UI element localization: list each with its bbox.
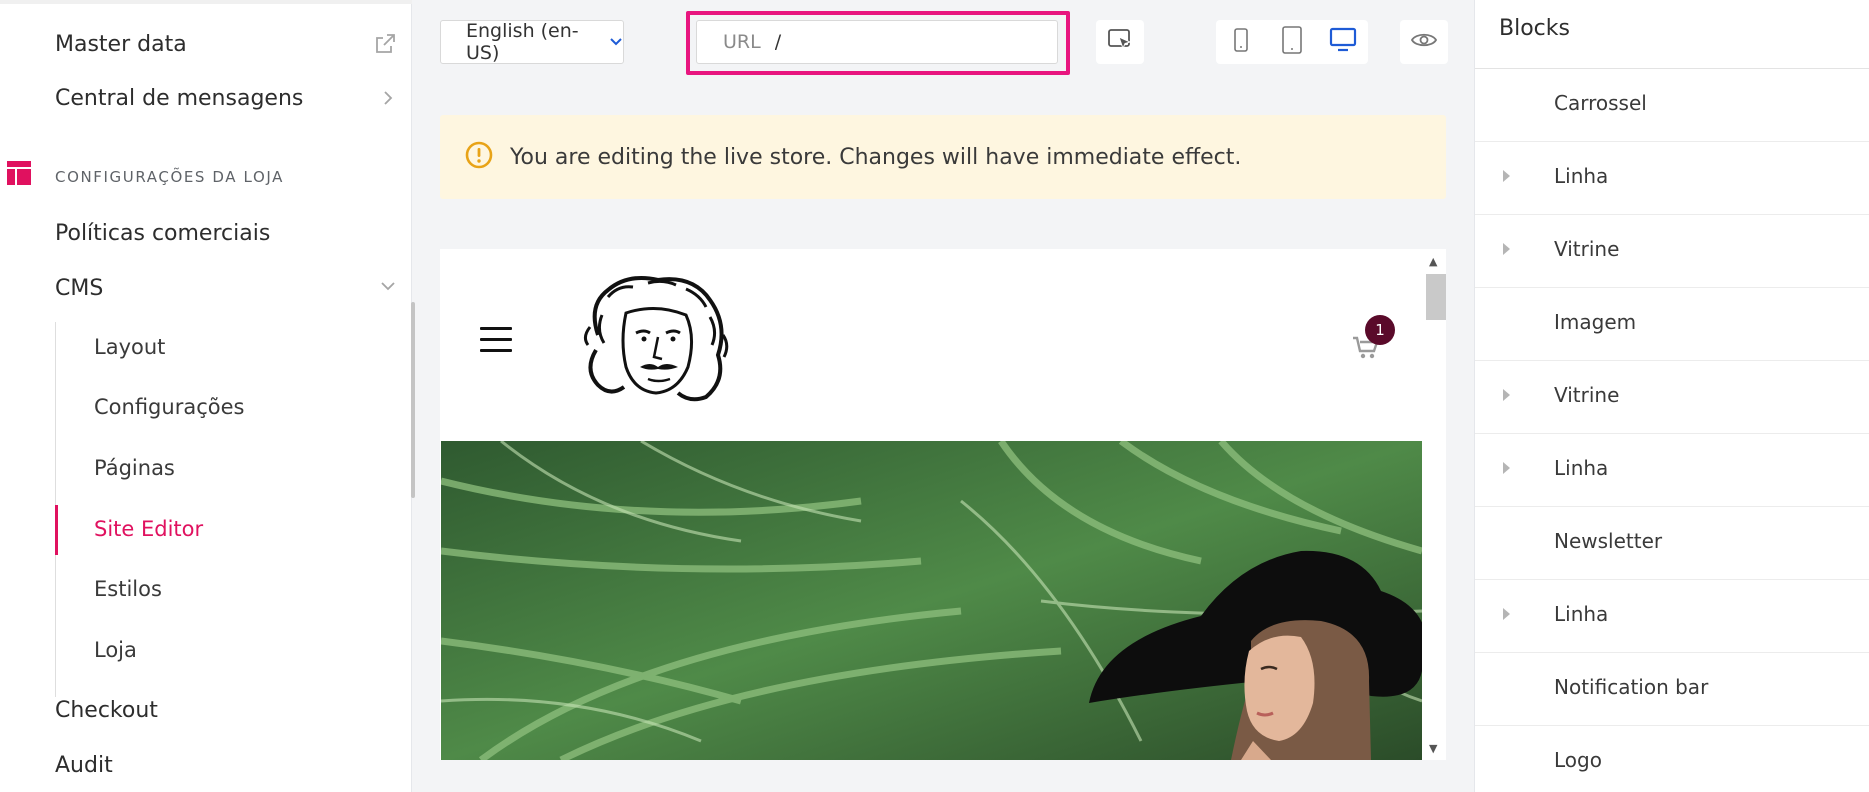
tablet-icon [1281,26,1303,58]
block-item-label: Logo [1554,748,1602,772]
url-label: URL [723,31,761,53]
expand-caret-icon[interactable] [1503,170,1510,182]
cursor-select-icon [1106,26,1134,58]
cart-count-badge: 1 [1365,315,1395,345]
block-item-linha[interactable]: Linha [1475,434,1869,507]
sidebar-item-audit[interactable]: Audit [55,753,113,778]
sidebar-item-estilos[interactable]: Estilos [94,577,162,601]
desktop-icon [1329,27,1357,57]
blocks-panel: Blocks Carrossel Linha Vitrine Imagem Vi… [1474,0,1869,792]
hero-banner-image[interactable] [441,441,1422,760]
language-select[interactable]: English (en-US) [440,20,624,64]
chevron-down-icon [609,31,623,53]
block-item-label: Newsletter [1554,529,1663,553]
block-item-linha[interactable]: Linha [1475,142,1869,215]
expand-caret-icon[interactable] [1503,608,1510,620]
scroll-down-arrow-icon[interactable]: ▼ [1429,742,1437,755]
block-item-imagem[interactable]: Imagem [1475,288,1869,361]
url-input[interactable] [774,31,975,53]
url-field[interactable]: URL [696,20,1058,64]
store-header: 1 [440,249,1422,440]
block-item-vitrine[interactable]: Vitrine [1475,361,1869,434]
sidebar-item-central-mensagens[interactable]: Central de mensagens [55,86,400,111]
sidebar-top-divider [0,0,412,4]
inspect-button[interactable] [1096,20,1144,64]
block-item-label: Notification bar [1554,675,1709,699]
warning-message: You are editing the live store. Changes … [510,144,1242,170]
eye-icon [1410,30,1438,54]
blocks-panel-title: Blocks [1499,16,1570,41]
block-item-notification-bar[interactable]: Notification bar [1475,653,1869,726]
sidebar-item-label: Audit [55,753,113,778]
hamburger-menu-icon[interactable] [480,327,512,360]
preview-scrollbar-thumb[interactable] [1426,274,1446,320]
mobile-icon [1233,28,1249,56]
sidebar-item-politicas[interactable]: Políticas comerciais [55,221,270,246]
editor-toolbar: English (en-US) URL [412,0,1474,80]
block-item-label: Imagem [1554,310,1637,334]
sidebar-item-site-editor[interactable]: Site Editor [94,517,203,541]
block-item-logo[interactable]: Logo [1475,726,1869,792]
language-value: English (en-US) [466,20,579,64]
sidebar-item-label: CMS [55,276,104,301]
preview-button[interactable] [1400,20,1448,64]
store-logo[interactable] [578,275,733,405]
external-link-icon[interactable] [373,32,397,61]
sidebar-item-label: Central de mensagens [55,86,304,111]
block-item-label: Vitrine [1554,237,1620,261]
warning-icon [464,140,494,174]
block-item-label: Linha [1554,456,1609,480]
sidebar-item-layout[interactable]: Layout [94,335,165,359]
expand-caret-icon[interactable] [1503,389,1510,401]
section-title-configuracoes: CONFIGURAÇÕES DA LOJA [55,168,284,186]
expand-caret-icon[interactable] [1503,462,1510,474]
sidebar-item-label: Master data [55,32,187,57]
store-preview-frame[interactable]: 1 ▲ ▼ [440,249,1446,760]
block-item-label: Vitrine [1554,383,1620,407]
device-mobile-button[interactable] [1216,20,1267,64]
scroll-up-arrow-icon[interactable]: ▲ [1429,255,1437,268]
block-item-label: Linha [1554,602,1609,626]
admin-sidebar: Master data Central de mensagens CONFIGU… [0,0,415,792]
block-item-carrossel[interactable]: Carrossel [1475,69,1869,142]
sidebar-item-checkout[interactable]: Checkout [55,698,158,723]
sidebar-item-label: Checkout [55,698,158,723]
chevron-down-icon[interactable] [379,277,397,300]
preview-scrollbar-track[interactable] [1422,249,1446,760]
block-item-linha[interactable]: Linha [1475,580,1869,653]
expand-caret-icon[interactable] [1503,243,1510,255]
chevron-right-icon[interactable] [379,89,397,112]
sidebar-item-cms[interactable]: CMS [55,276,400,301]
sidebar-item-label: Políticas comerciais [55,221,271,246]
sidebar-item-paginas[interactable]: Páginas [94,456,175,480]
device-desktop-button[interactable] [1317,20,1368,64]
block-item-vitrine[interactable]: Vitrine [1475,215,1869,288]
sidebar-item-configuracoes[interactable]: Configurações [94,395,244,419]
block-item-label: Carrossel [1554,91,1647,115]
device-switcher [1216,20,1368,64]
block-item-newsletter[interactable]: Newsletter [1475,507,1869,580]
sidebar-item-loja[interactable]: Loja [94,638,137,662]
sidebar-item-master-data[interactable]: Master data [55,32,400,57]
store-layout-icon [6,160,31,185]
block-item-label: Linha [1554,164,1609,188]
active-indicator [55,505,58,555]
sidebar-scrollbar[interactable] [411,302,415,498]
device-tablet-button[interactable] [1267,20,1318,64]
live-store-warning: You are editing the live store. Changes … [440,115,1446,199]
